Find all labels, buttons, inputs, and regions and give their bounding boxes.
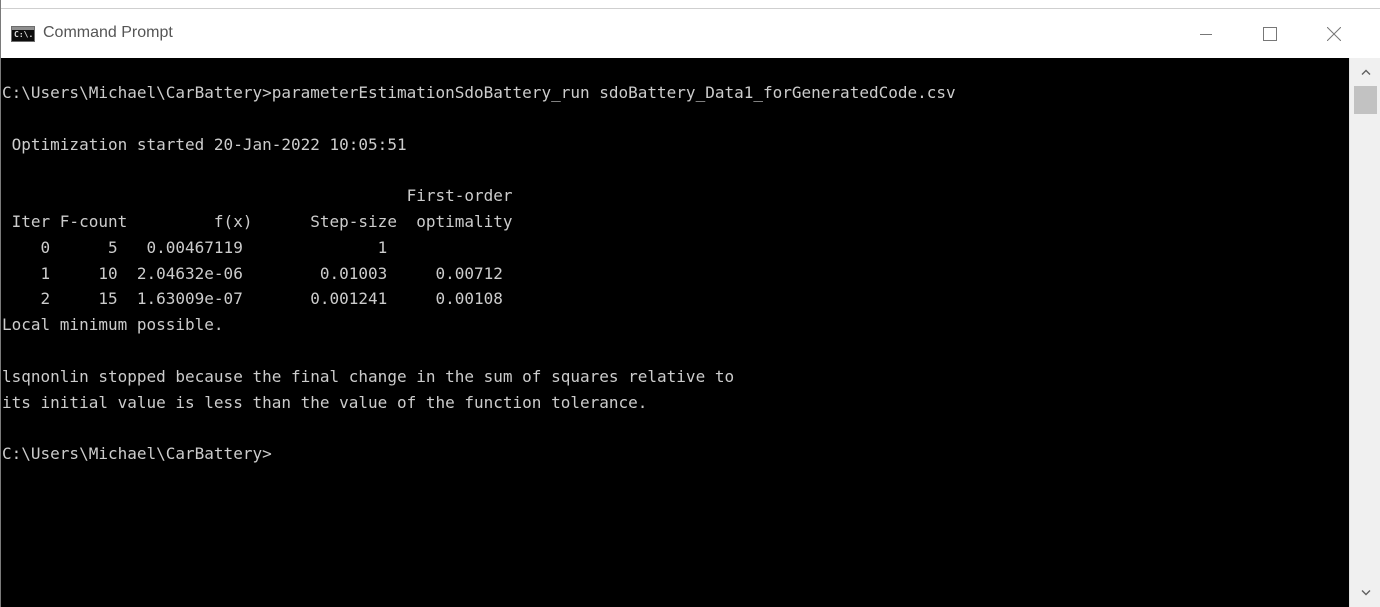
console-line: Local minimum possible. bbox=[2, 315, 224, 335]
vertical-scrollbar[interactable] bbox=[1349, 58, 1380, 607]
maximize-icon bbox=[1263, 26, 1277, 41]
scroll-down-arrow-icon bbox=[1361, 590, 1370, 596]
window-title: Command Prompt bbox=[43, 24, 173, 41]
console-prompt-line: C:\Users\Michael\CarBattery> bbox=[2, 444, 272, 464]
background-strip bbox=[1, 0, 1380, 8]
console-line: 2 15 1.63009e-07 0.001241 0.00108 bbox=[2, 289, 503, 309]
console-line: C:\Users\Michael\CarBattery>parameterEst… bbox=[2, 83, 956, 102]
cmd-icon: C:\. bbox=[11, 26, 35, 42]
console-line: Iter F-count f(x) Step-size optimality bbox=[2, 211, 513, 231]
minimize-button[interactable] bbox=[1183, 9, 1229, 58]
maximize-button[interactable] bbox=[1247, 9, 1293, 58]
scroll-thumb[interactable] bbox=[1354, 86, 1377, 114]
console-line: 1 10 2.04632e-06 0.01003 0.00712 bbox=[2, 263, 503, 283]
console-line: Optimization started 20-Jan-2022 10:05:5… bbox=[2, 134, 407, 154]
cmd-icon-glyph: C:\. bbox=[14, 30, 34, 39]
console-line: lsqnonlin stopped because the final chan… bbox=[2, 366, 735, 386]
scroll-down-button[interactable] bbox=[1350, 581, 1380, 605]
console-line: its initial value is less than the value… bbox=[2, 392, 648, 412]
scroll-up-arrow-icon bbox=[1361, 69, 1370, 75]
console-text: C:\Users\Michael\CarBattery>parameterEst… bbox=[2, 80, 956, 467]
minimize-icon bbox=[1200, 33, 1212, 35]
command-prompt-window: C:\. Command Prompt C:\Users\Michael\Car… bbox=[0, 0, 1380, 607]
close-icon bbox=[1327, 26, 1341, 41]
console-output[interactable]: C:\Users\Michael\CarBattery>parameterEst… bbox=[1, 58, 1349, 607]
console-line: First-order bbox=[2, 186, 513, 206]
title-bar[interactable]: C:\. Command Prompt bbox=[1, 8, 1380, 58]
close-button[interactable] bbox=[1311, 9, 1357, 58]
console-line: 0 5 0.00467119 1 bbox=[2, 237, 388, 257]
scroll-up-button[interactable] bbox=[1350, 60, 1380, 84]
